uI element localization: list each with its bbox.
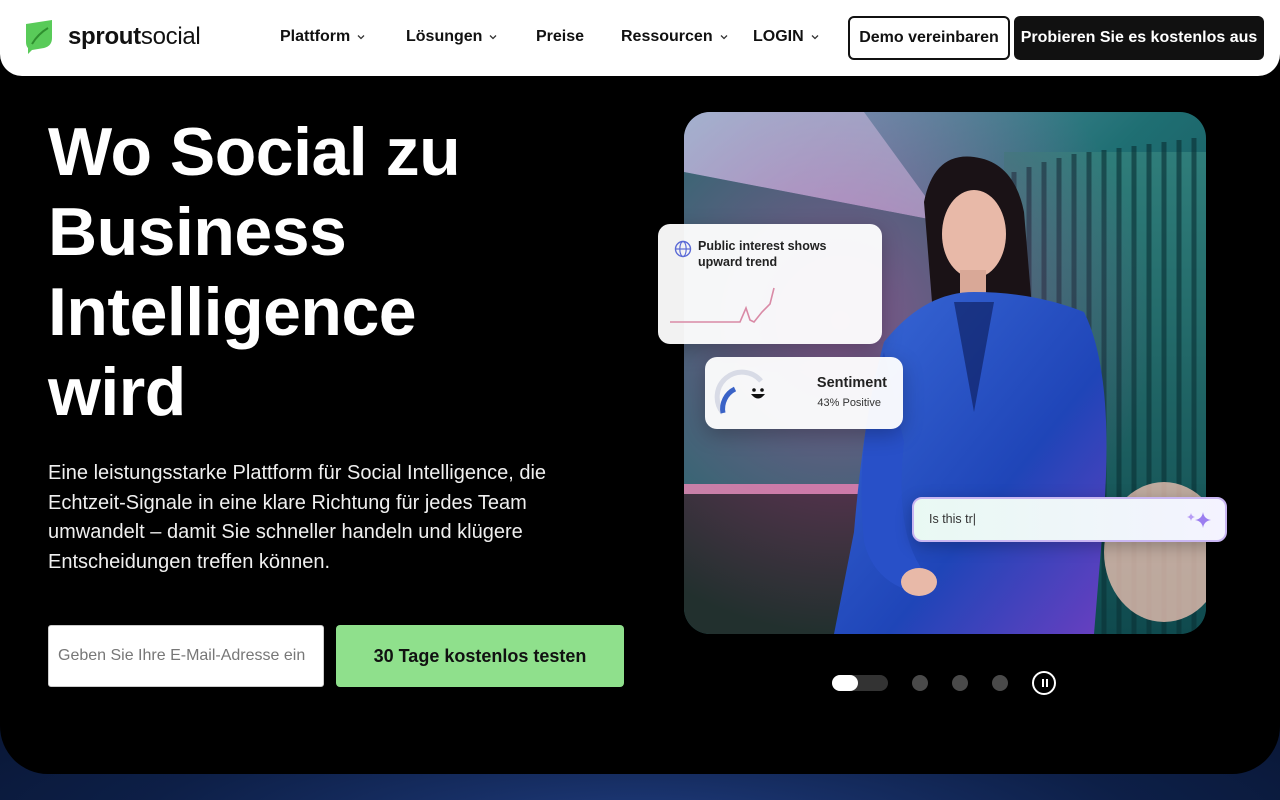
ai-prompt-card: Is this tr| bbox=[912, 497, 1227, 542]
sentiment-title: Sentiment bbox=[816, 375, 887, 391]
site-header: sproutsocial Plattform Lösungen Preise R… bbox=[0, 0, 1280, 76]
public-interest-card: Public interest shows upward trend bbox=[658, 224, 882, 344]
headline-line: Wo Social zu bbox=[48, 114, 461, 190]
logo[interactable]: sproutsocial bbox=[24, 20, 201, 54]
sentiment-value: 43% Positive bbox=[817, 397, 881, 409]
pause-icon[interactable] bbox=[1032, 671, 1056, 695]
headline-line: wird bbox=[48, 354, 186, 430]
carousel-dot[interactable] bbox=[992, 675, 1008, 691]
hero-section: sproutsocial Plattform Lösungen Preise R… bbox=[0, 0, 1280, 774]
card-title: Public interest shows upward trend bbox=[698, 239, 827, 269]
globe-icon bbox=[674, 240, 692, 258]
nav-label: LOGIN bbox=[753, 28, 804, 45]
email-input[interactable] bbox=[48, 625, 324, 687]
carousel-dot[interactable] bbox=[952, 675, 968, 691]
nav-label: Lösungen bbox=[406, 28, 483, 45]
nav-label: Ressourcen bbox=[621, 28, 713, 45]
nav-loesungen[interactable]: Lösungen bbox=[406, 28, 497, 46]
headline-line: Business bbox=[48, 194, 347, 270]
hero-subtext: Eine leistungsstarke Plattform für Socia… bbox=[48, 462, 547, 573]
carousel-dot[interactable] bbox=[912, 675, 928, 691]
chevron-down-icon bbox=[489, 35, 497, 40]
logo-wordmark: sproutsocial bbox=[68, 23, 201, 51]
headline-line: Intelligence bbox=[48, 274, 417, 350]
ai-prompt-text: Is this tr| bbox=[929, 512, 977, 526]
carousel-progress bbox=[832, 675, 858, 691]
nav-label: Plattform bbox=[280, 28, 351, 45]
nav-ressourcen[interactable]: Ressourcen bbox=[621, 28, 728, 46]
nav-preise[interactable]: Preise bbox=[536, 28, 584, 46]
hero-headline: Wo Social zu Business Intelligence wird bbox=[48, 112, 568, 432]
nav-login[interactable]: LOGIN bbox=[753, 28, 819, 46]
logo-text-regular: social bbox=[140, 23, 201, 50]
free-trial-button[interactable]: Probieren Sie es kostenlos aus bbox=[1014, 16, 1264, 60]
chevron-down-icon bbox=[720, 35, 728, 40]
chevron-down-icon bbox=[357, 35, 365, 40]
nav-label: Preise bbox=[536, 28, 585, 45]
sprout-leaf-icon bbox=[26, 20, 52, 54]
logo-text-bold: sprout bbox=[68, 23, 141, 50]
smiley-icon bbox=[751, 388, 765, 399]
nav-plattform[interactable]: Plattform bbox=[280, 28, 365, 46]
demo-button[interactable]: Demo vereinbaren bbox=[848, 16, 1010, 60]
trend-sparkline bbox=[670, 287, 775, 324]
sentiment-card: Sentiment 43% Positive bbox=[705, 357, 903, 429]
start-trial-button[interactable]: 30 Tage kostenlos testen bbox=[336, 625, 624, 687]
carousel-dot-active[interactable] bbox=[832, 675, 888, 691]
sparkle-icon bbox=[1187, 512, 1211, 528]
chevron-down-icon bbox=[811, 35, 819, 40]
